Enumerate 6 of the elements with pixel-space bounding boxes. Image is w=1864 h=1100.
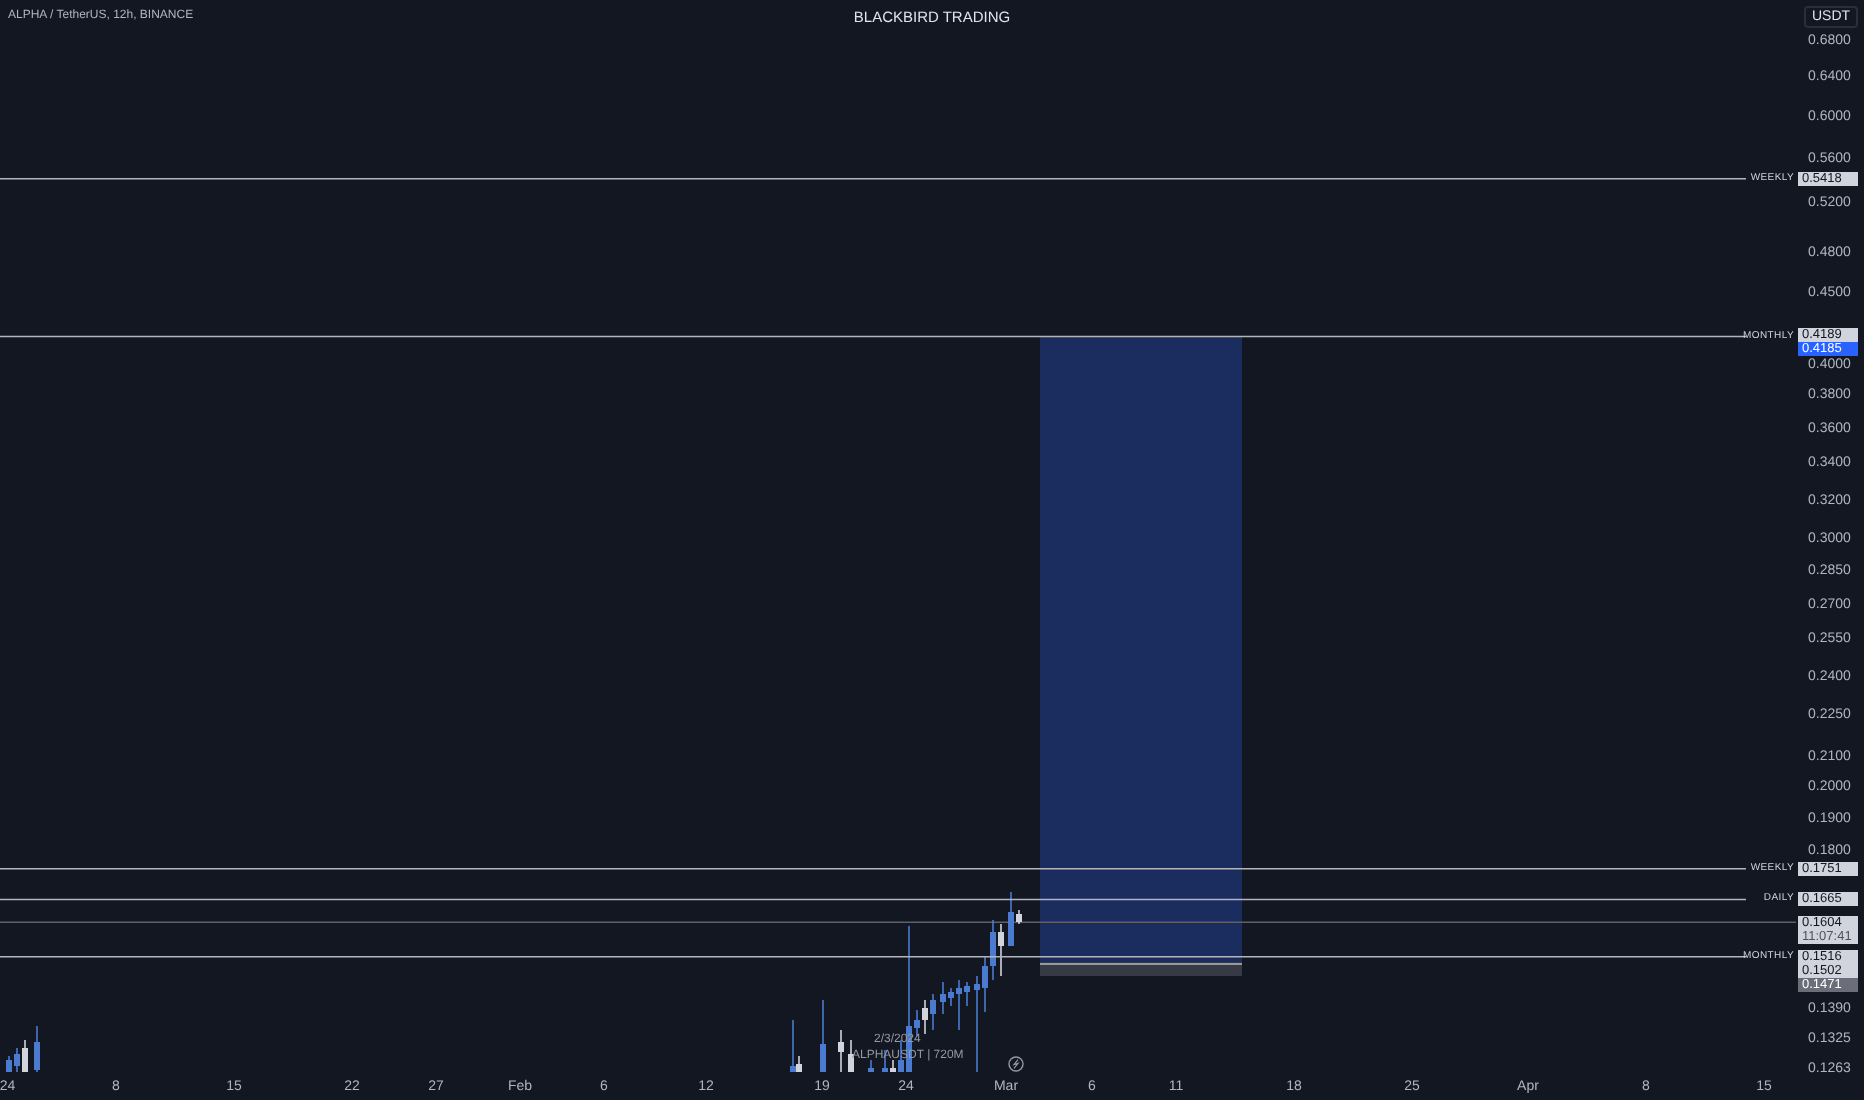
candle <box>868 1059 874 1073</box>
lightning-icon[interactable] <box>1008 1056 1024 1072</box>
candle <box>820 999 826 1073</box>
candle <box>34 1025 40 1073</box>
candle <box>838 1029 844 1073</box>
candle <box>848 1039 854 1073</box>
